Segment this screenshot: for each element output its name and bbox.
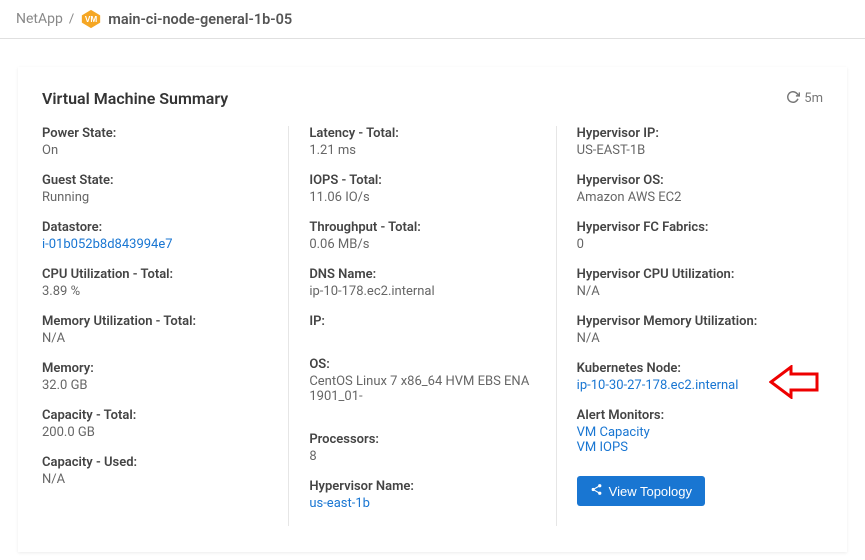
value-hypervisor-os: Amazon AWS EC2 [577,190,803,205]
field-memory: Memory: 32.0 GB [42,361,268,393]
value-memory-utilization: N/A [42,331,268,346]
link-vm-capacity[interactable]: VM Capacity [577,425,803,440]
field-throughput: Throughput - Total: 0.06 MB/s [309,220,535,252]
field-hypervisor-name: Hypervisor Name: us-east-1b [309,479,535,511]
breadcrumb-separator: / [69,12,74,27]
field-hypervisor-memory-utilization: Hypervisor Memory Utilization: N/A [577,314,803,346]
label-memory-utilization: Memory Utilization - Total: [42,314,268,329]
field-ip: IP: [309,314,535,329]
value-power-state: On [42,143,268,158]
label-alert-monitors: Alert Monitors: [577,408,803,423]
label-iops: IOPS - Total: [309,173,535,188]
value-dns-name: ip-10-178.ec2.internal [309,284,535,299]
value-memory: 32.0 GB [42,378,268,393]
field-iops: IOPS - Total: 11.06 IO/s [309,173,535,205]
label-kubernetes-node: Kubernetes Node: [577,361,803,376]
label-capacity-used: Capacity - Used: [42,455,268,470]
label-os: OS: [309,357,535,372]
field-capacity-used: Capacity - Used: N/A [42,455,268,487]
link-datastore[interactable]: i-01b052b8d843994e7 [42,237,268,252]
label-hypervisor-os: Hypervisor OS: [577,173,803,188]
view-topology-label: View Topology [609,484,692,499]
refresh-button[interactable]: 5m [786,90,823,108]
value-hypervisor-cpu-utilization: N/A [577,284,803,299]
label-datastore: Datastore: [42,220,268,235]
field-cpu-utilization: CPU Utilization - Total: 3.89 % [42,267,268,299]
label-cpu-utilization: CPU Utilization - Total: [42,267,268,282]
value-hypervisor-ip: US-EAST-1B [577,143,803,158]
label-latency: Latency - Total: [309,126,535,141]
label-hypervisor-ip: Hypervisor IP: [577,126,803,141]
label-guest-state: Guest State: [42,173,268,188]
refresh-icon [786,90,800,108]
value-processors: 8 [309,449,535,464]
link-vm-iops[interactable]: VM IOPS [577,440,803,455]
value-capacity-total: 200.0 GB [42,425,268,440]
field-alert-monitors: Alert Monitors: VM Capacity VM IOPS [577,408,803,455]
refresh-age: 5m [804,91,823,106]
value-guest-state: Running [42,190,268,205]
field-dns-name: DNS Name: ip-10-178.ec2.internal [309,267,535,299]
value-hypervisor-fc-fabrics: 0 [577,237,803,252]
field-datastore: Datastore: i-01b052b8d843994e7 [42,220,268,252]
label-hypervisor-fc-fabrics: Hypervisor FC Fabrics: [577,220,803,235]
label-dns-name: DNS Name: [309,267,535,282]
page-title: main-ci-node-general-1b-05 [108,11,292,28]
field-hypervisor-os: Hypervisor OS: Amazon AWS EC2 [577,173,803,205]
vm-summary-card: Virtual Machine Summary 5m Power State: … [18,67,847,552]
value-iops: 11.06 IO/s [309,190,535,205]
value-capacity-used: N/A [42,472,268,487]
breadcrumb: NetApp / VM main-ci-node-general-1b-05 [0,0,865,39]
label-hypervisor-name: Hypervisor Name: [309,479,535,494]
label-power-state: Power State: [42,126,268,141]
label-hypervisor-memory-utilization: Hypervisor Memory Utilization: [577,314,803,329]
value-hypervisor-memory-utilization: N/A [577,331,803,346]
value-latency: 1.21 ms [309,143,535,158]
vm-icon: VM [80,8,102,30]
share-icon [590,483,603,499]
field-memory-utilization: Memory Utilization - Total: N/A [42,314,268,346]
label-memory: Memory: [42,361,268,376]
field-hypervisor-ip: Hypervisor IP: US-EAST-1B [577,126,803,158]
label-capacity-total: Capacity - Total: [42,408,268,423]
breadcrumb-root[interactable]: NetApp [16,11,63,27]
link-kubernetes-node[interactable]: ip-10-30-27-178.ec2.internal [577,378,803,393]
summary-column-1: Power State: On Guest State: Running Dat… [42,126,288,526]
field-power-state: Power State: On [42,126,268,158]
field-hypervisor-cpu-utilization: Hypervisor CPU Utilization: N/A [577,267,803,299]
summary-column-3: Hypervisor IP: US-EAST-1B Hypervisor OS:… [556,126,823,526]
label-processors: Processors: [309,432,535,447]
view-topology-button[interactable]: View Topology [577,476,705,506]
field-guest-state: Guest State: Running [42,173,268,205]
svg-text:VM: VM [85,15,98,24]
field-processors: Processors: 8 [309,432,535,464]
value-throughput: 0.06 MB/s [309,237,535,252]
field-os: OS: CentOS Linux 7 x86_64 HVM EBS ENA 19… [309,357,535,404]
field-hypervisor-fc-fabrics: Hypervisor FC Fabrics: 0 [577,220,803,252]
card-title: Virtual Machine Summary [42,89,228,108]
field-latency: Latency - Total: 1.21 ms [309,126,535,158]
field-capacity-total: Capacity - Total: 200.0 GB [42,408,268,440]
value-cpu-utilization: 3.89 % [42,284,268,299]
link-hypervisor-name[interactable]: us-east-1b [309,496,535,511]
label-ip: IP: [309,314,535,329]
summary-column-2: Latency - Total: 1.21 ms IOPS - Total: 1… [288,126,555,526]
value-os: CentOS Linux 7 x86_64 HVM EBS ENA 1901_0… [309,374,535,404]
field-kubernetes-node: Kubernetes Node: ip-10-30-27-178.ec2.int… [577,361,803,393]
label-hypervisor-cpu-utilization: Hypervisor CPU Utilization: [577,267,803,282]
label-throughput: Throughput - Total: [309,220,535,235]
